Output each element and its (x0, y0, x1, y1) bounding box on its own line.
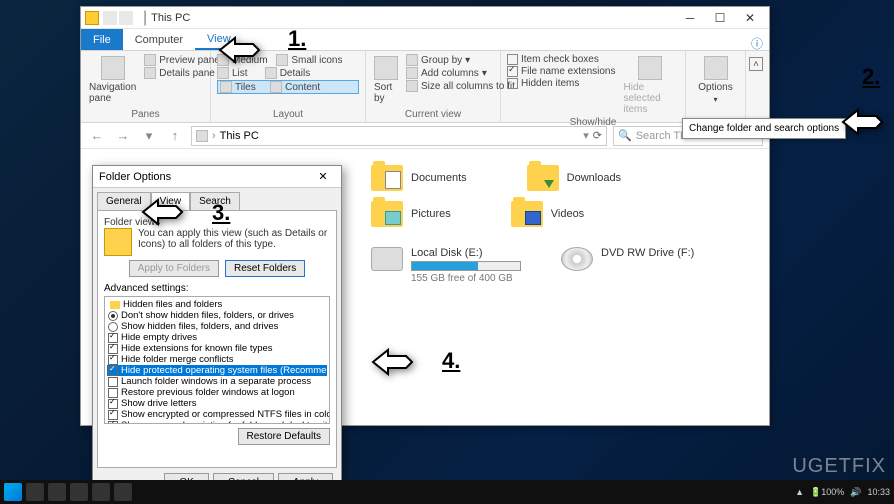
details-pane-button[interactable]: Details pane (144, 67, 220, 79)
folder-pictures[interactable]: Pictures (371, 201, 451, 227)
advanced-settings-list[interactable]: Hidden files and foldersDon't show hidde… (104, 296, 330, 424)
restore-defaults-button[interactable]: Restore Defaults (238, 428, 330, 445)
step-4-cursor-icon (368, 342, 416, 382)
pane-icon (101, 56, 125, 80)
adv-item[interactable]: Hide empty drives (107, 332, 327, 343)
apply-to-folders-button[interactable]: Apply to Folders (129, 260, 219, 277)
system-tray[interactable]: ▲🔋100%🔊10:33 (795, 487, 890, 498)
navigation-pane-button[interactable]: Navigation pane (87, 54, 138, 106)
hide-selected-button[interactable]: Hide selected items (622, 54, 680, 117)
reset-folders-button[interactable]: Reset Folders (225, 260, 305, 277)
preview-icon (144, 54, 156, 66)
drive-local[interactable]: Local Disk (E:) 155 GB free of 400 GB (371, 247, 521, 284)
group-by-button[interactable]: Group by ▾ (406, 54, 515, 66)
address-bar[interactable]: › This PC ▾ ⟳ (191, 126, 607, 146)
app-icon (85, 11, 99, 25)
history-dropdown[interactable]: ▾ (139, 126, 159, 146)
adv-item[interactable]: Hide extensions for known file types (107, 343, 327, 354)
folder-icon (511, 201, 543, 227)
adv-item[interactable]: Show drive letters (107, 398, 327, 409)
options-button[interactable]: Options▾ (696, 54, 734, 106)
folder-views-icon (104, 228, 132, 256)
adv-item[interactable]: Restore previous folder windows at logon (107, 387, 327, 398)
folder-videos[interactable]: Videos (511, 201, 584, 227)
step-2-cursor-icon (838, 102, 886, 142)
details-icon (144, 67, 156, 79)
sort-icon (374, 56, 398, 80)
ribbon-tabs: File Computer View (81, 29, 769, 51)
folder-documents[interactable]: Documents (371, 165, 467, 191)
tab-computer[interactable]: Computer (123, 29, 195, 50)
taskbar-icon[interactable] (114, 483, 132, 501)
help-icon[interactable]: ⓘ (751, 35, 763, 52)
adv-item[interactable]: Hide folder merge conflicts (107, 354, 327, 365)
step-2-label: 2. (862, 64, 880, 90)
step-3-cursor-icon (138, 192, 186, 232)
options-tooltip: Change folder and search options (682, 118, 846, 139)
dvd-icon (561, 247, 593, 271)
ribbon: Navigation pane Preview pane Details pan… (81, 51, 769, 123)
search-icon: 🔍 (618, 129, 632, 142)
forward-button[interactable]: → (113, 126, 133, 146)
pc-icon (196, 130, 208, 142)
size-columns-button[interactable]: Size all columns to fit (406, 80, 515, 92)
preview-pane-button[interactable]: Preview pane (144, 54, 220, 66)
window-title: This PC (151, 12, 190, 24)
adv-item[interactable]: Hidden files and folders (107, 299, 327, 310)
folder-icon (527, 165, 559, 191)
close-button[interactable]: ✕ (735, 8, 765, 28)
options-icon (704, 56, 728, 80)
back-button[interactable]: ← (87, 126, 107, 146)
step-4-label: 4. (442, 348, 460, 374)
adv-item[interactable]: Launch folder windows in a separate proc… (107, 376, 327, 387)
titlebar[interactable]: | This PC ─ ☐ ✕ (81, 7, 769, 29)
taskbar-icon[interactable] (70, 483, 88, 501)
up-button[interactable]: ↑ (165, 126, 185, 146)
taskbar-icon[interactable] (92, 483, 110, 501)
folder-icon (371, 201, 403, 227)
drive-dvd[interactable]: DVD RW Drive (F:) (561, 247, 694, 284)
step-1-cursor-icon (215, 30, 263, 70)
adv-item[interactable]: Hide protected operating system files (R… (107, 365, 327, 376)
step-1-label: 1. (288, 26, 306, 52)
folder-icon (371, 165, 403, 191)
ribbon-expand-icon[interactable]: ˄ (749, 57, 763, 71)
tiles-view-button[interactable]: Tiles (235, 82, 256, 93)
drive-usage-bar (411, 261, 521, 271)
folder-downloads[interactable]: Downloads (527, 165, 621, 191)
maximize-button[interactable]: ☐ (705, 8, 735, 28)
start-button[interactable] (4, 483, 22, 501)
file-extensions-toggle[interactable]: File name extensions (507, 66, 616, 77)
adv-item[interactable]: Show encrypted or compressed NTFS files … (107, 409, 327, 420)
dialog-titlebar[interactable]: Folder Options ✕ (93, 166, 341, 188)
adv-item[interactable]: Don't show hidden files, folders, or dri… (107, 310, 327, 321)
taskbar-icon[interactable] (48, 483, 66, 501)
add-columns-button[interactable]: Add columns ▾ (406, 67, 515, 79)
item-checkboxes-toggle[interactable]: Item check boxes (507, 54, 616, 65)
sort-by-button[interactable]: Sort by (372, 54, 400, 106)
minimize-button[interactable]: ─ (675, 8, 705, 28)
adv-item[interactable]: Show hidden files, folders, and drives (107, 321, 327, 332)
address-bar-row: ← → ▾ ↑ › This PC ▾ ⟳ 🔍 Search This PC (81, 123, 769, 149)
tab-file[interactable]: File (81, 29, 123, 50)
hidden-items-toggle[interactable]: Hidden items (507, 78, 616, 89)
hide-icon (638, 56, 662, 80)
content-area: Documents Downloads Pictures Videos Loca… (361, 157, 769, 425)
adv-item[interactable]: Show pop-up description for folder and d… (107, 420, 327, 424)
taskbar-icon[interactable] (26, 483, 44, 501)
dialog-close-button[interactable]: ✕ (311, 170, 335, 183)
drive-icon (371, 247, 403, 271)
watermark: UGETFIX (792, 455, 886, 478)
step-3-label: 3. (212, 200, 230, 226)
quick-access-toolbar[interactable] (103, 11, 133, 25)
refresh-icon[interactable]: ⟳ (593, 129, 602, 142)
taskbar[interactable]: ▲🔋100%🔊10:33 (0, 480, 894, 504)
